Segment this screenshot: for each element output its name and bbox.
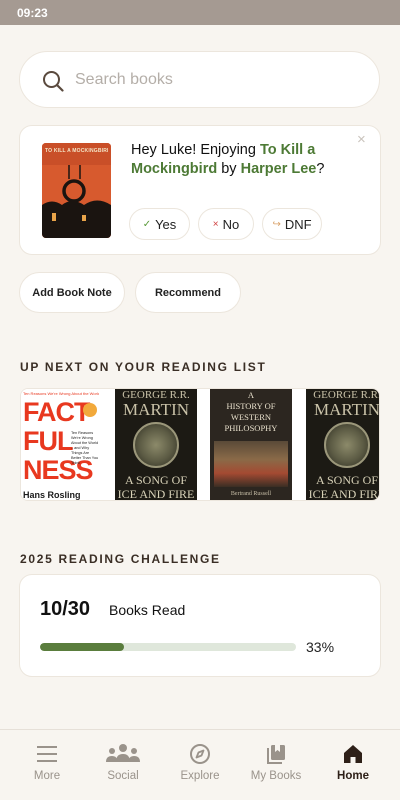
tab-more-label: More xyxy=(33,770,61,782)
factfulness-author: Hans Rosling xyxy=(23,490,81,500)
hwp-title-line-3: WESTERN xyxy=(230,412,272,422)
search-icon xyxy=(43,71,64,92)
hwp-painting-image xyxy=(214,441,288,487)
got1-title-a: A SONG OF xyxy=(124,473,187,487)
tab-home-label: Home xyxy=(337,770,369,782)
cover-title-text: TO KILL A MOCKINGBIRD xyxy=(45,148,108,154)
tab-more[interactable]: More xyxy=(7,730,87,800)
factfulness-tagline: Ten Reasons We're Wrong About the World … xyxy=(71,431,99,465)
reading-challenge-title: 2025 READING CHALLENGE xyxy=(20,552,221,566)
check-icon: ✓ xyxy=(142,218,152,230)
hwp-author: Bertrand Russell xyxy=(230,491,272,497)
challenge-progress-fill xyxy=(40,643,125,651)
reading-prompt: Hey Luke! Enjoying To Kill a Mockingbird… xyxy=(131,141,351,179)
close-icon[interactable]: × xyxy=(357,132,369,147)
factfulness-title-line-1: FACT xyxy=(23,397,90,427)
tab-my-books[interactable]: My Books xyxy=(236,730,316,800)
tab-explore-label: Explore xyxy=(180,770,220,782)
reading-list-title: UP NEXT ON YOUR READING LIST xyxy=(20,360,267,374)
cover-illustration xyxy=(42,143,111,238)
yes-button[interactable]: ✓ Yes xyxy=(129,208,190,240)
people-icon xyxy=(106,744,140,762)
compass-icon xyxy=(190,744,210,764)
search-input[interactable] xyxy=(75,52,365,107)
got1-sigil-icon xyxy=(133,422,179,468)
reading-list-carousel[interactable]: Ten Reasons We're Wrong About the World … xyxy=(20,388,380,501)
x-icon: × xyxy=(212,218,219,230)
challenge-label: Books Read xyxy=(109,602,186,618)
challenge-progress-bar xyxy=(40,643,296,651)
book-cover-song-of-ice-and-fire-1[interactable]: GEORGE R.R. MARTIN A SONG OF ICE AND FIR… xyxy=(115,389,197,501)
factfulness-top-text: Ten Reasons We're Wrong About the World xyxy=(23,391,99,396)
factfulness-title-line-2: FUL xyxy=(23,426,73,456)
question-mark: ? xyxy=(316,161,325,177)
tab-explore[interactable]: Explore xyxy=(160,730,240,800)
reading-challenge-card[interactable]: 10/30 Books Read 33% xyxy=(19,574,381,677)
got1-author-2: MARTIN xyxy=(122,400,190,419)
hwp-title-line-4: PHILOSOPHY xyxy=(224,423,278,433)
no-button[interactable]: × No xyxy=(198,208,254,240)
got2-title-b: ICE AND FIRE xyxy=(308,487,380,501)
no-label: No xyxy=(222,216,240,232)
bottom-tab-bar: More Social Explore My Books Home xyxy=(0,729,400,800)
hwp-title-line-1: A xyxy=(247,390,255,400)
greeting-text: Hey Luke! Enjoying xyxy=(131,142,256,158)
book-cover-factfulness[interactable]: Ten Reasons We're Wrong About the World … xyxy=(21,389,101,500)
current-book-card: TO KILL A MOCKINGBIRD Hey Luke! Enjoying… xyxy=(19,125,381,255)
add-book-note-button[interactable]: Add Book Note xyxy=(19,272,125,313)
got2-sigil-icon xyxy=(324,422,370,468)
menu-icon xyxy=(37,746,57,762)
book-cover-to-kill-a-mockingbird[interactable]: TO KILL A MOCKINGBIRD xyxy=(42,143,111,238)
factfulness-badge xyxy=(83,403,97,417)
got1-title-b: ICE AND FIRE xyxy=(117,487,195,501)
book-cover-history-of-western-philosophy[interactable]: A HISTORY OF WESTERN PHILOSOPHY Bertrand… xyxy=(210,389,292,500)
recommend-button[interactable]: Recommend xyxy=(135,272,241,313)
book-cover-song-of-ice-and-fire-2[interactable]: GEORGE R.R. MARTIN A SONG OF ICE AND FIR… xyxy=(306,389,380,501)
tab-my-books-label: My Books xyxy=(250,770,302,782)
challenge-count: 10/30 xyxy=(40,598,91,620)
hwp-title-line-2: HISTORY OF xyxy=(226,401,276,411)
tab-social-label: Social xyxy=(107,770,139,782)
by-text: by xyxy=(221,161,237,177)
yes-label: Yes xyxy=(155,216,177,232)
dnf-button[interactable]: ↪ DNF xyxy=(262,208,322,240)
status-bar: 09:23 xyxy=(0,0,400,25)
search-bar[interactable] xyxy=(19,51,380,108)
tab-social[interactable]: Social xyxy=(83,730,163,800)
status-time: 09:23 xyxy=(17,6,48,20)
books-icon xyxy=(267,745,285,764)
author-link[interactable]: Harper Lee xyxy=(241,161,317,177)
tab-home[interactable]: Home xyxy=(313,730,393,800)
skip-icon: ↪ xyxy=(272,218,281,230)
home-icon xyxy=(344,745,362,763)
dnf-label: DNF xyxy=(284,216,312,232)
got2-author-2: MARTIN xyxy=(313,400,380,419)
got2-title-a: A SONG OF xyxy=(315,473,378,487)
challenge-percent: 33% xyxy=(306,639,335,655)
